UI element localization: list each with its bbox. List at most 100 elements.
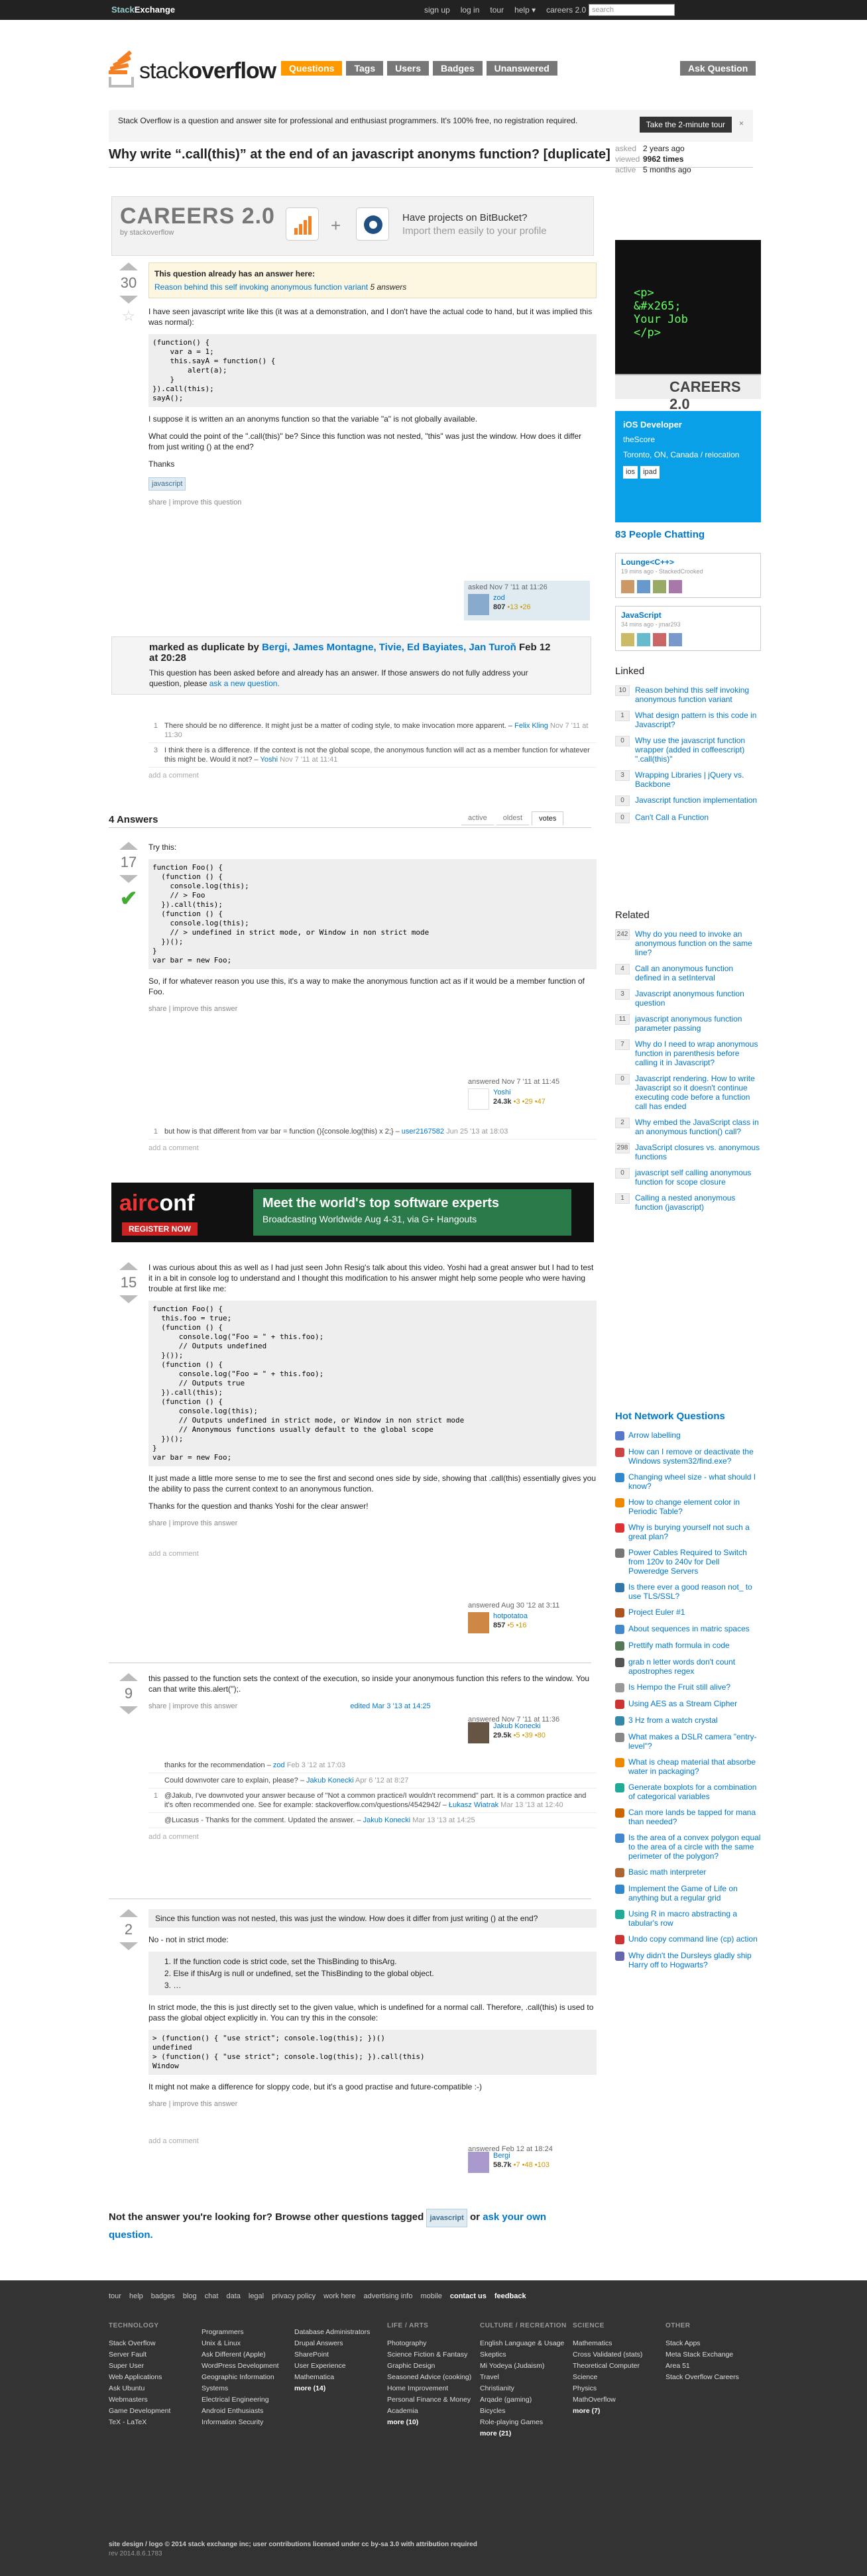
post-actions-links[interactable]: share | improve this answer [148,1702,237,1710]
user-name[interactable]: Bergi [493,2152,510,2160]
avatar[interactable] [468,594,489,615]
stackexchange-logo[interactable]: StackExchange [111,5,175,15]
job-listing[interactable]: iOS Developer theScore Toronto, ON, Cana… [615,411,761,522]
footer-site-link[interactable]: Theoretical Computer Science [573,2361,665,2383]
avatar[interactable] [468,1088,489,1110]
closed-by-users[interactable]: Bergi, James Montagne, Tivie, Ed Bayiate… [262,642,516,653]
airconf-ad[interactable]: airconf REGISTER NOW Meet the world's to… [111,1183,594,1242]
footer-site-link[interactable]: Christianity [480,2383,573,2394]
footer-site-link[interactable]: Information Security [202,2417,294,2428]
hot-question-link[interactable]: grab n letter words don't count apostrop… [628,1657,761,1676]
hot-question-link[interactable]: Project Euler #1 [628,1608,761,1617]
login-link[interactable]: log in [461,5,480,15]
search-input[interactable]: search [589,4,675,16]
hot-question-link[interactable]: Basic math interpreter [628,1867,761,1877]
footer-site-link[interactable]: Meta Stack Exchange [665,2349,758,2361]
vote-up-icon[interactable] [119,263,138,270]
avatar[interactable] [621,633,634,646]
add-comment-link[interactable]: add a comment [148,1832,597,1842]
tag-javascript[interactable]: javascript [426,2209,467,2227]
footer-site-link[interactable]: Ask Ubuntu [109,2383,202,2394]
add-comment-link[interactable]: add a comment [148,1143,597,1153]
footer-site-link[interactable]: Web Applications [109,2372,202,2383]
avatar[interactable] [621,580,634,593]
chat-room-name[interactable]: Lounge<C++> [621,557,674,567]
footer-site-link[interactable]: Stack Overflow Careers [665,2372,758,2383]
vote-up-icon[interactable] [119,842,138,850]
footer-site-link[interactable]: SharePoint [294,2349,387,2361]
careers-link[interactable]: careers 2.0 [546,5,586,15]
chat-room-name[interactable]: JavaScript [621,611,662,620]
comment-user[interactable]: zod [273,1761,285,1769]
chat-room[interactable]: JavaScript 34 mins ago - jmar293 [615,606,761,651]
vote-down-icon[interactable] [119,1295,138,1303]
footer-site-link[interactable]: WordPress Development [202,2361,294,2372]
close-icon[interactable]: × [739,118,744,129]
add-comment-link[interactable]: add a comment [148,1549,597,1559]
vote-up-icon[interactable] [119,1262,138,1270]
footer-site-link[interactable]: Skeptics [480,2349,573,2361]
footer-site-link[interactable]: Database Administrators [294,2327,387,2338]
footer-site-link[interactable]: MathOverflow [573,2394,665,2406]
related-question-link[interactable]: javascript self calling anonymous functi… [635,1168,761,1187]
post-actions[interactable]: share | improve this question [148,497,597,508]
hot-question-link[interactable]: Power Cables Required to Switch from 120… [628,1548,761,1576]
comment-user[interactable]: Felix Kling [514,722,548,730]
footer-site-link[interactable]: more (10) [387,2417,480,2428]
hot-questions-header[interactable]: Hot Network Questions [615,1411,725,1422]
ask-new-question-link[interactable]: ask a new question. [209,679,280,688]
footer-site-link[interactable]: Cross Validated (stats) [573,2349,665,2361]
footer-site-link[interactable]: User Experience [294,2361,387,2372]
tab-votes[interactable]: votes [532,811,564,825]
hot-question-link[interactable]: Using R in macro abstracting a tabular's… [628,1909,761,1928]
edited-date[interactable]: edited Mar 3 '13 at 14:25 [350,1702,430,1710]
post-actions[interactable]: share | improve this answer [148,1004,597,1014]
help-link[interactable]: help ▾ [514,5,536,15]
avatar[interactable] [669,580,682,593]
hot-question-link[interactable]: What is cheap material that absorbe wate… [628,1757,761,1776]
footer-site-link[interactable]: English Language & Usage [480,2338,573,2349]
related-question-link[interactable]: Javascript rendering. How to write Javas… [635,1074,761,1111]
footer-link-chat[interactable]: chat [205,2292,219,2300]
linked-question-link[interactable]: Why use the javascript function wrapper … [635,736,761,764]
footer-site-link[interactable]: Mi Yodeya (Judaism) [480,2361,573,2372]
hot-question-link[interactable]: Implement the Game of Life on anything b… [628,1884,761,1903]
related-question-link[interactable]: Calling a nested anonymous function (jav… [635,1193,761,1212]
linked-question-link[interactable]: Javascript function implementation [635,795,761,806]
user-name[interactable]: Jakub Konecki [493,1722,541,1730]
footer-link-contact-us[interactable]: contact us [450,2292,487,2300]
footer-site-link[interactable]: Geographic Information Systems [202,2372,294,2394]
footer-site-link[interactable]: Electrical Engineering [202,2394,294,2406]
avatar[interactable] [637,580,650,593]
footer-site-link[interactable]: Drupal Answers [294,2338,387,2349]
footer-link-badges[interactable]: badges [151,2292,175,2300]
footer-link-data[interactable]: data [226,2292,240,2300]
footer-site-link[interactable]: Mathematica [294,2372,387,2383]
ask-question-button[interactable]: Ask Question [680,61,756,76]
footer-link-blog[interactable]: blog [183,2292,197,2300]
linked-question-link[interactable]: What design pattern is this code in Java… [635,711,761,729]
nav-users[interactable]: Users [387,61,430,76]
chat-header[interactable]: 83 People Chatting [615,529,705,540]
footer-site-link[interactable]: Home Improvement [387,2383,480,2394]
user-name[interactable]: zod [493,594,505,602]
footer-site-link[interactable]: Travel [480,2372,573,2383]
footer-site-link[interactable]: Stack Apps [665,2338,758,2349]
favorite-star-icon[interactable]: ☆ [111,308,146,325]
footer-site-link[interactable]: Programmers [202,2327,294,2338]
related-question-link[interactable]: Call an anonymous function defined in a … [635,964,761,982]
hot-question-link[interactable]: How can I remove or deactivate the Windo… [628,1447,761,1466]
hot-question-link[interactable]: About sequences in matric spaces [628,1624,761,1634]
tag-javascript[interactable]: javascript [148,477,186,491]
linked-question-link[interactable]: Reason behind this self invoking anonymo… [635,685,761,704]
footer-link-legal[interactable]: legal [249,2292,264,2300]
job-tag[interactable]: ipad [640,466,660,479]
footer-link-advertising-info[interactable]: advertising info [363,2292,412,2300]
stat-active[interactable]: 5 months ago [643,165,691,174]
footer-site-link[interactable]: Super User [109,2361,202,2372]
footer-site-link[interactable]: Unix & Linux [202,2338,294,2349]
footer-site-link[interactable]: Stack Overflow [109,2338,202,2349]
hot-question-link[interactable]: Changing wheel size - what should I know… [628,1472,761,1491]
footer-link-mobile[interactable]: mobile [420,2292,441,2300]
tour-link[interactable]: tour [490,5,504,15]
